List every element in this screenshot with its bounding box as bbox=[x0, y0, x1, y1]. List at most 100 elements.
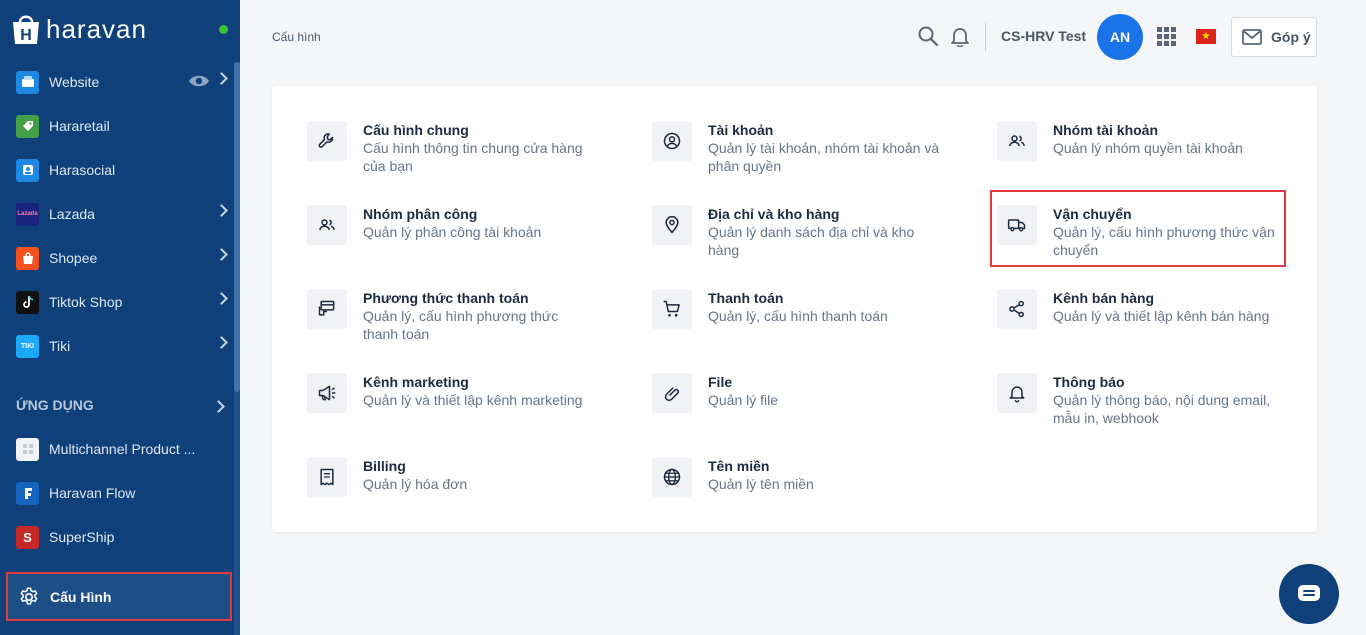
lazada-icon: Lazada bbox=[16, 202, 39, 226]
setting-thanh-toan[interactable]: Thanh toán Quản lý, cấu hình thanh toán bbox=[652, 289, 942, 359]
sidebar-item-label: Tiki bbox=[49, 338, 71, 354]
sidebar-item-label: Cấu Hình bbox=[50, 588, 112, 605]
setting-title: Nhóm phân công bbox=[363, 206, 478, 222]
sidebar-app-haravan-flow[interactable]: Haravan Flow bbox=[0, 471, 234, 515]
chevron-right-icon[interactable] bbox=[215, 204, 228, 217]
chevron-right-icon[interactable] bbox=[212, 400, 225, 413]
setting-nhom-phan-cong[interactable]: Nhóm phân công Quản lý phân công tài kho… bbox=[307, 205, 597, 275]
gear-icon bbox=[20, 587, 38, 605]
sidebar-scrollbar[interactable] bbox=[234, 62, 240, 635]
sidebar-item-label: Hararetail bbox=[49, 118, 110, 134]
setting-desc: Quản lý và thiết lập kênh marketing bbox=[363, 392, 583, 408]
setting-title: Kênh bán hàng bbox=[1053, 290, 1155, 306]
setting-ten-mien[interactable]: Tên miền Quản lý tên miền bbox=[652, 457, 942, 527]
svg-text:H: H bbox=[20, 27, 32, 44]
feedback-button[interactable]: Góp ý bbox=[1231, 17, 1317, 57]
hararetail-icon bbox=[16, 114, 39, 138]
feedback-label: Góp ý bbox=[1271, 29, 1311, 45]
setting-phuong-thuc-thanh-toan[interactable]: Phương thức thanh toán Quản lý, cấu hình… bbox=[307, 289, 597, 359]
sidebar-item-label: Multichannel Product ... bbox=[49, 441, 196, 457]
brand-name: haravan bbox=[46, 13, 147, 44]
setting-desc: Quản lý hóa đơn bbox=[363, 476, 468, 492]
settings-card: Cấu hình chung Cấu hình thông tin chung … bbox=[272, 86, 1317, 532]
setting-billing[interactable]: Billing Quản lý hóa đơn bbox=[307, 457, 597, 527]
setting-title: Cấu hình chung bbox=[363, 122, 469, 138]
chevron-right-icon[interactable] bbox=[215, 72, 228, 85]
setting-desc: Quản lý, cấu hình phương thức thanh toán bbox=[363, 308, 559, 342]
setting-title: Vận chuyển bbox=[1053, 206, 1132, 222]
multichannel-icon bbox=[16, 437, 39, 461]
chat-button[interactable] bbox=[1279, 564, 1339, 624]
header-divider bbox=[985, 23, 986, 51]
chevron-right-icon[interactable] bbox=[215, 248, 228, 261]
setting-desc: Cấu hình thông tin chung cửa hàng của bạ… bbox=[363, 140, 583, 174]
sidebar-item-label: Shopee bbox=[49, 250, 98, 266]
sidebar-item-label: Haravan Flow bbox=[49, 485, 136, 501]
account-group-icon bbox=[997, 121, 1037, 161]
payment-method-icon bbox=[307, 289, 347, 329]
setting-kenh-ban-hang[interactable]: Kênh bán hàng Quản lý và thiết lập kênh … bbox=[997, 289, 1287, 359]
sidebar-item-label: Lazada bbox=[49, 206, 95, 222]
cart-icon bbox=[652, 289, 692, 329]
sidebar-item-tiki[interactable]: TIKI Tiki bbox=[0, 324, 234, 368]
vietnam-flag-icon[interactable]: ★ bbox=[1196, 29, 1216, 44]
receipt-icon bbox=[307, 457, 347, 497]
chevron-right-icon[interactable] bbox=[215, 292, 228, 305]
account-icon bbox=[652, 121, 692, 161]
apps-section-label: ỨNG DỤNG bbox=[16, 397, 94, 413]
mail-icon bbox=[1242, 29, 1262, 45]
sidebar-item-harasocial[interactable]: Harasocial bbox=[0, 148, 234, 192]
haravan-logo-icon: H bbox=[13, 15, 39, 44]
chevron-right-icon[interactable] bbox=[215, 336, 228, 349]
setting-nhom-tai-khoan[interactable]: Nhóm tài khoản Quản lý nhóm quyền tài kh… bbox=[997, 121, 1287, 191]
setting-desc: Quản lý tài khoản, nhóm tài khoản và phâ… bbox=[708, 140, 940, 174]
breadcrumb[interactable]: Cấu hình bbox=[272, 30, 321, 44]
sidebar-app-supership[interactable]: S SuperShip bbox=[0, 515, 234, 559]
setting-desc: Quản lý phân công tài khoản bbox=[363, 224, 542, 240]
sidebar-item-cau-hinh[interactable]: Cấu Hình bbox=[6, 572, 232, 621]
setting-title: Nhóm tài khoản bbox=[1053, 122, 1159, 138]
scrollbar-thumb[interactable] bbox=[234, 62, 240, 392]
apps-grid-icon[interactable] bbox=[1157, 27, 1176, 46]
sidebar-app-multichannel-product[interactable]: Multichannel Product ... bbox=[0, 427, 234, 471]
chat-icon bbox=[1298, 585, 1320, 601]
setting-title: Thông báo bbox=[1053, 374, 1125, 390]
setting-tai-khoan[interactable]: Tài khoản Quản lý tài khoản, nhóm tài kh… bbox=[652, 121, 942, 191]
eye-icon[interactable] bbox=[188, 73, 210, 89]
globe-icon bbox=[652, 457, 692, 497]
sidebar-item-label: Tiktok Shop bbox=[49, 294, 123, 310]
sidebar-item-lazada[interactable]: Lazada Lazada bbox=[0, 192, 234, 236]
megaphone-icon bbox=[307, 373, 347, 413]
wrench-icon bbox=[307, 121, 347, 161]
website-icon bbox=[16, 70, 39, 94]
setting-desc: Quản lý tên miền bbox=[708, 476, 814, 492]
setting-dia-chi-kho-hang[interactable]: Địa chỉ và kho hàng Quản lý danh sách đị… bbox=[652, 205, 942, 275]
setting-cau-hinh-chung[interactable]: Cấu hình chung Cấu hình thông tin chung … bbox=[307, 121, 597, 191]
sidebar-item-shopee[interactable]: Shopee bbox=[0, 236, 234, 280]
setting-title: Địa chỉ và kho hàng bbox=[708, 206, 840, 222]
sidebar-item-website[interactable]: Website bbox=[0, 60, 234, 104]
setting-desc: Quản lý và thiết lập kênh bán hàng bbox=[1053, 308, 1270, 324]
setting-kenh-marketing[interactable]: Kênh marketing Quản lý và thiết lập kênh… bbox=[307, 373, 597, 443]
setting-title: Thanh toán bbox=[708, 290, 784, 306]
setting-van-chuyen[interactable]: Vận chuyển Quản lý, cấu hình phương thức… bbox=[997, 205, 1287, 275]
sidebar-item-tiktok-shop[interactable]: Tiktok Shop bbox=[0, 280, 234, 324]
avatar[interactable]: AN bbox=[1097, 14, 1143, 60]
haravan-logo[interactable]: H haravan bbox=[10, 12, 147, 46]
search-icon[interactable] bbox=[917, 25, 939, 47]
setting-title: Kênh marketing bbox=[363, 374, 469, 390]
sidebar-item-label: SuperShip bbox=[49, 529, 115, 545]
sidebar-item-hararetail[interactable]: Hararetail bbox=[0, 104, 234, 148]
store-name[interactable]: CS-HRV Test bbox=[1001, 28, 1086, 44]
setting-title: Tên miền bbox=[708, 458, 770, 474]
truck-icon bbox=[997, 205, 1037, 245]
sidebar-item-label: Website bbox=[49, 74, 100, 90]
sidebar: H haravan Website Hararetail Harasocial … bbox=[0, 0, 240, 635]
setting-desc: Quản lý, cấu hình phương thức vận chuyển bbox=[1053, 224, 1275, 258]
tiktok-icon bbox=[16, 290, 39, 314]
setting-file[interactable]: File Quản lý file bbox=[652, 373, 942, 443]
tiki-icon: TIKI bbox=[16, 334, 39, 358]
setting-thong-bao[interactable]: Thông báo Quản lý thông báo, nội dung em… bbox=[997, 373, 1287, 443]
bell-icon[interactable] bbox=[949, 25, 971, 47]
online-status-dot bbox=[219, 25, 228, 34]
